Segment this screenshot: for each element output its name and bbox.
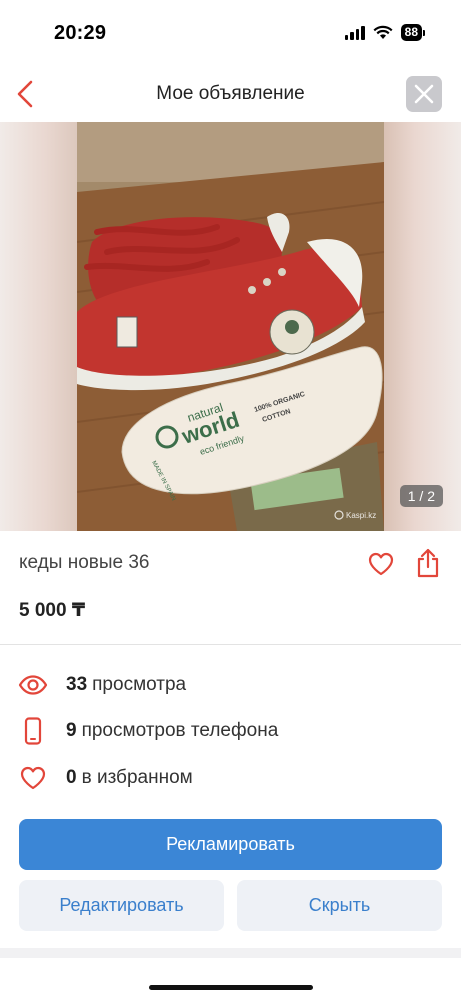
battery-icon: 88 (400, 24, 425, 41)
favorites-label: в избранном (81, 767, 193, 788)
home-indicator[interactable] (149, 985, 313, 990)
photo-gallery[interactable]: natural world eco friendly 100% ORGANIC … (0, 122, 461, 531)
close-button[interactable] (406, 76, 442, 112)
stat-phone-views: 9 просмотров телефона (18, 716, 278, 746)
gallery-blur-left (0, 122, 77, 531)
divider (0, 644, 461, 645)
share-button[interactable] (414, 547, 442, 579)
views-label: просмотра (92, 674, 187, 695)
wifi-icon (373, 25, 393, 39)
stat-favorites-text: 0в избранном (66, 767, 193, 789)
edit-button[interactable]: Редактировать (19, 880, 224, 931)
watermark-text: Kaspi.kz (346, 511, 376, 520)
stat-views-text: 33 просмотра (66, 674, 186, 696)
close-icon (414, 84, 434, 104)
phone-views-label: просмотров телефона (81, 720, 279, 741)
status-bar: 20:29 88 (0, 0, 461, 66)
phone-icon (18, 716, 48, 746)
share-icon (417, 548, 439, 578)
eye-icon (18, 670, 48, 700)
favorite-button[interactable] (367, 550, 395, 578)
stat-phone-views-text: 9 просмотров телефона (66, 720, 278, 742)
status-time: 20:29 (54, 22, 107, 44)
phone-views-count: 9 (66, 720, 77, 741)
signal-icon (344, 25, 365, 40)
stat-favorites: 0в избранном (18, 763, 193, 793)
sneakers-photo: natural world eco friendly 100% ORGANIC … (77, 122, 384, 531)
views-count: 33 (66, 674, 88, 695)
bottom-separator (0, 948, 461, 958)
promote-button[interactable]: Рекламировать (19, 819, 442, 870)
favorites-count: 0 (66, 767, 77, 788)
hide-button[interactable]: Скрыть (237, 880, 442, 931)
heart-icon (18, 763, 48, 793)
battery-level: 88 (400, 24, 422, 41)
status-icons: 88 (344, 24, 425, 41)
listing-price: 5 000 ₸ (19, 600, 86, 621)
page-title: Мое объявление (156, 83, 305, 104)
stat-views: 33 просмотра (18, 670, 186, 700)
gallery-blur-right (384, 122, 461, 531)
photo-page-indicator: 1 / 2 (399, 485, 443, 507)
listing-title: кеды новые 36 (19, 552, 150, 573)
listing-photo[interactable]: natural world eco friendly 100% ORGANIC … (77, 122, 384, 531)
heart-icon (368, 552, 394, 576)
app-header: Мое объявление (0, 66, 461, 122)
